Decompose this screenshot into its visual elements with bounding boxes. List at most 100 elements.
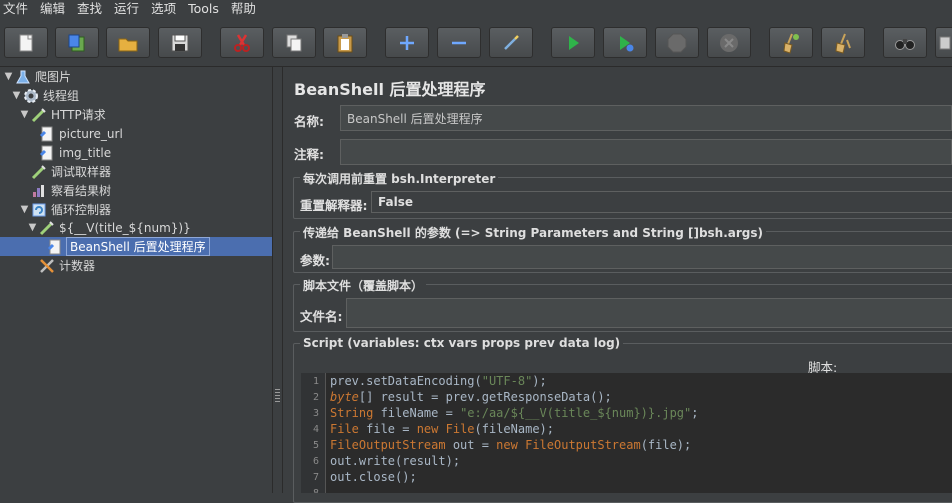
- expand-arrow-icon[interactable]: ▼: [27, 218, 38, 237]
- name-label: 名称:: [294, 114, 324, 129]
- tree-item-label: 爬图片: [35, 70, 72, 84]
- tree-item-http-request[interactable]: ▼ HTTP请求: [19, 105, 107, 124]
- tree-item-label: BeanShell 后置处理程序: [66, 237, 210, 256]
- clear-all-button[interactable]: [821, 27, 865, 58]
- tree-item-label: 线程组: [43, 89, 80, 103]
- tree-item-picture-url[interactable]: picture_url: [38, 124, 124, 143]
- tree-item-results-tree[interactable]: 察看结果树: [30, 181, 112, 200]
- splitter-grip-icon[interactable]: [275, 389, 280, 403]
- menu-search[interactable]: 查找: [71, 0, 108, 20]
- sampler-icon: [30, 163, 48, 181]
- parameters-label: 参数:: [300, 253, 330, 268]
- code-line: out.write(result);: [330, 454, 461, 468]
- script-file-group-title: 脚本文件（覆盖脚本）: [300, 277, 427, 294]
- comment-field[interactable]: [340, 139, 952, 165]
- page-title: BeanShell 后置处理程序: [294, 80, 486, 99]
- tree-item-label: picture_url: [59, 126, 123, 141]
- code-line: prev.setDataEncoding("UTF-8");: [330, 374, 547, 388]
- code-string: "UTF-8": [481, 374, 533, 388]
- shutdown-button[interactable]: [707, 27, 751, 58]
- code-token: file =: [358, 422, 417, 436]
- code-line: FileOutputStream out = new FileOutputStr…: [330, 438, 691, 452]
- save-button[interactable]: [158, 27, 202, 58]
- expand-arrow-icon[interactable]: ▼: [11, 86, 22, 105]
- expand-arrow-icon[interactable]: ▼: [3, 67, 14, 86]
- reset-interpreter-select[interactable]: False: [371, 191, 952, 213]
- reset-group-title: 每次调用前重置 bsh.Interpreter: [300, 170, 499, 187]
- sampler-icon: [30, 106, 48, 124]
- more-button[interactable]: [935, 27, 952, 58]
- play-no-pause-icon: [620, 35, 634, 51]
- script-editor[interactable]: 1 2 3 4 5 6 7 8 prev.setDataEncoding("UT…: [301, 373, 952, 493]
- expand-button[interactable]: [385, 27, 429, 58]
- code-keyword: new: [416, 422, 439, 436]
- broom-all-icon: [835, 33, 851, 54]
- file-name-field[interactable]: [346, 298, 952, 328]
- comment-label: 注释:: [294, 147, 324, 162]
- stop-button[interactable]: [655, 27, 699, 58]
- line-number: 7: [312, 472, 319, 483]
- script-file-group: 脚本文件（覆盖脚本） 文件名:: [293, 277, 952, 332]
- tree-item-title-sampler[interactable]: ▼ ${__V(title_${num})}: [27, 218, 192, 237]
- name-field[interactable]: BeanShell 后置处理程序: [340, 105, 952, 131]
- code-line: byte[] result = prev.getResponseData();: [330, 390, 612, 404]
- splitter[interactable]: [272, 67, 283, 493]
- paste-button[interactable]: [323, 27, 367, 58]
- code-keyword: File: [445, 422, 475, 436]
- extractor-icon: [38, 125, 56, 143]
- tree-item-loop-controller[interactable]: ▼ 循环控制器: [19, 200, 112, 219]
- parameters-field[interactable]: [332, 245, 952, 269]
- clear-button[interactable]: [769, 27, 813, 58]
- templates-icon: [68, 34, 85, 51]
- test-plan-icon: [14, 68, 32, 86]
- code-line: String fileName = "e:/aa/${__V(title_${n…: [330, 406, 698, 420]
- tree-item-label: img_title: [59, 145, 112, 160]
- tree-item-label: 调试取样器: [51, 165, 112, 179]
- templates-button[interactable]: [55, 27, 99, 58]
- search-button[interactable]: [883, 27, 927, 58]
- start-no-pause-button[interactable]: [603, 27, 647, 58]
- copy-button[interactable]: [272, 27, 316, 58]
- toggle-button[interactable]: [489, 27, 533, 58]
- line-number: 5: [312, 440, 319, 451]
- beanshell-editor-panel: BeanShell 后置处理程序 名称: BeanShell 后置处理程序 注释…: [284, 67, 952, 503]
- code-keyword: FileOutputStream: [330, 438, 446, 452]
- expand-arrow-icon[interactable]: ▼: [19, 200, 30, 219]
- parameters-group-title: 传递给 BeanShell 的参数 (=> String Parameters …: [300, 224, 767, 241]
- code-keyword: FileOutputStream: [525, 438, 641, 452]
- tree-item-thread-group[interactable]: ▼ 线程组: [11, 86, 80, 105]
- cut-button[interactable]: [220, 27, 264, 58]
- code-token: prev.setDataEncoding(: [330, 374, 482, 388]
- menu-help[interactable]: 帮助: [225, 0, 262, 20]
- code-token: );: [532, 374, 547, 388]
- tree-item-img-title[interactable]: img_title: [38, 143, 112, 162]
- minus-icon: [452, 41, 466, 44]
- menu-run[interactable]: 运行: [108, 0, 145, 20]
- more-icon: [939, 36, 951, 49]
- open-button[interactable]: [106, 27, 150, 58]
- tree-item-counter[interactable]: 计数器: [38, 256, 96, 275]
- collapse-button[interactable]: [437, 27, 481, 58]
- tree-item-beanshell-postprocessor[interactable]: BeanShell 后置处理程序: [46, 237, 210, 256]
- code-token: [] result = prev.getResponseData();: [358, 390, 612, 404]
- code-keyword: byte: [330, 390, 359, 404]
- tree-item-debug-sampler[interactable]: 调试取样器: [30, 162, 112, 181]
- start-button[interactable]: [551, 27, 595, 58]
- tree-item-label: 计数器: [59, 259, 96, 273]
- tree-item-test-plan[interactable]: ▼ 爬图片: [3, 67, 72, 86]
- script-group-title: Script (variables: ctx vars props prev d…: [300, 336, 624, 350]
- code-string: "e:/aa/${__V(title_${num})}.jpg": [460, 406, 692, 420]
- controller-icon: [30, 201, 48, 219]
- file-name-label: 文件名:: [300, 309, 343, 324]
- menu-edit[interactable]: 编辑: [34, 0, 71, 20]
- thread-group-icon: [22, 87, 40, 105]
- menu-tools[interactable]: Tools: [182, 0, 225, 20]
- new-button[interactable]: [4, 27, 48, 58]
- stop-icon: [667, 33, 687, 52]
- code-line: out.close();: [330, 470, 417, 484]
- menu-file[interactable]: 文件: [0, 0, 34, 20]
- expand-arrow-icon[interactable]: ▼: [19, 105, 30, 124]
- tree-item-label: 察看结果树: [51, 184, 112, 198]
- menu-options[interactable]: 选项: [145, 0, 182, 20]
